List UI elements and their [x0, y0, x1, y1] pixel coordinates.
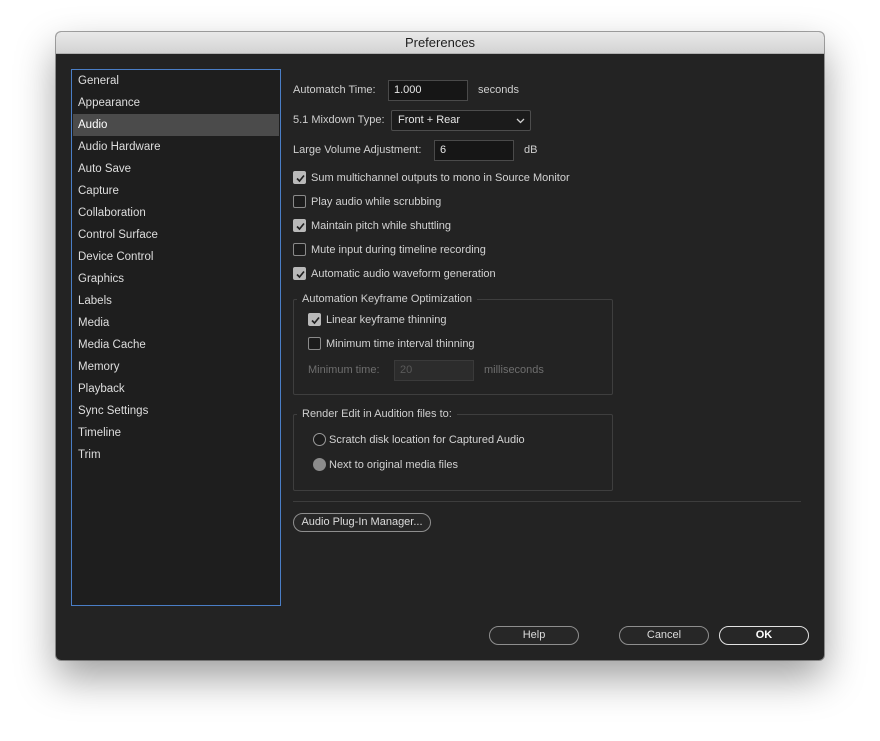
maintain-pitch-checkbox[interactable]: Maintain pitch while shuttling	[293, 218, 593, 234]
sidebar-item-playback[interactable]: Playback	[73, 378, 279, 400]
checkbox-box[interactable]	[293, 267, 306, 280]
mixdown-type-select[interactable]: Front + Rear	[391, 110, 531, 131]
sidebar-item-general[interactable]: General	[73, 70, 279, 92]
radio-button[interactable]	[313, 433, 326, 446]
sidebar-item-auto-save[interactable]: Auto Save	[73, 158, 279, 180]
preferences-dialog: Preferences General Appearance Audio Aud…	[56, 32, 824, 660]
sidebar-item-collaboration[interactable]: Collaboration	[73, 202, 279, 224]
checkbox-box[interactable]	[293, 243, 306, 256]
category-list[interactable]: General Appearance Audio Audio Hardware …	[71, 69, 281, 606]
sidebar-item-audio-hardware[interactable]: Audio Hardware	[73, 136, 279, 158]
linear-keyframe-checkbox[interactable]: Linear keyframe thinning	[308, 312, 508, 328]
sidebar-item-graphics[interactable]: Graphics	[73, 268, 279, 290]
sidebar-item-memory[interactable]: Memory	[73, 356, 279, 378]
automatch-time-unit: seconds	[478, 84, 519, 96]
play-audio-scrubbing-label: Play audio while scrubbing	[311, 196, 442, 208]
scratch-disk-radio[interactable]: Scratch disk location for Captured Audio	[313, 432, 553, 448]
maintain-pitch-label: Maintain pitch while shuttling	[311, 220, 452, 232]
cancel-button[interactable]: Cancel	[619, 626, 709, 645]
chevron-down-icon	[516, 118, 525, 124]
next-to-media-radio[interactable]: Next to original media files	[313, 457, 553, 473]
auto-waveform-checkbox[interactable]: Automatic audio waveform generation	[293, 266, 593, 282]
sidebar-item-sync-settings[interactable]: Sync Settings	[73, 400, 279, 422]
sidebar-item-control-surface[interactable]: Control Surface	[73, 224, 279, 246]
audio-plugin-manager-button[interactable]: Audio Plug-In Manager...	[293, 513, 431, 532]
auto-waveform-label: Automatic audio waveform generation	[311, 268, 496, 280]
radio-button[interactable]	[313, 458, 326, 471]
checkmark-icon	[296, 222, 305, 231]
render-audition-group	[293, 414, 613, 491]
automatch-time-label: Automatch Time:	[293, 84, 376, 96]
sidebar-item-trim[interactable]: Trim	[73, 444, 279, 466]
ok-button[interactable]: OK	[719, 626, 809, 645]
scratch-disk-label: Scratch disk location for Captured Audio	[329, 434, 525, 446]
checkbox-box[interactable]	[308, 313, 321, 326]
checkbox-box[interactable]	[293, 219, 306, 232]
next-to-media-label: Next to original media files	[329, 459, 459, 471]
help-button[interactable]: Help	[489, 626, 579, 645]
volume-adjustment-label: Large Volume Adjustment:	[293, 144, 422, 156]
min-time-label: Minimum time:	[308, 364, 380, 376]
keyframe-optimization-title: Automation Keyframe Optimization	[297, 292, 477, 306]
min-time-field[interactable]: 20	[394, 360, 474, 381]
sum-multichannel-checkbox[interactable]: Sum multichannel outputs to mono in Sour…	[293, 170, 593, 186]
sidebar-item-timeline[interactable]: Timeline	[73, 422, 279, 444]
sidebar-item-appearance[interactable]: Appearance	[73, 92, 279, 114]
checkmark-icon	[296, 174, 305, 183]
min-interval-checkbox[interactable]: Minimum time interval thinning	[308, 336, 528, 352]
checkmark-icon	[296, 270, 305, 279]
volume-adjustment-field[interactable]: 6	[434, 140, 514, 161]
sidebar-item-device-control[interactable]: Device Control	[73, 246, 279, 268]
sidebar-item-capture[interactable]: Capture	[73, 180, 279, 202]
min-time-unit: milliseconds	[484, 364, 544, 376]
sidebar-item-media[interactable]: Media	[73, 312, 279, 334]
automatch-time-field[interactable]: 1.000	[388, 80, 468, 101]
sum-multichannel-label: Sum multichannel outputs to mono in Sour…	[311, 172, 570, 184]
min-interval-label: Minimum time interval thinning	[326, 338, 475, 350]
sidebar-item-audio[interactable]: Audio	[73, 114, 279, 136]
window-title: Preferences	[56, 32, 824, 54]
section-divider	[293, 501, 801, 502]
checkbox-box[interactable]	[293, 171, 306, 184]
volume-adjustment-unit: dB	[524, 144, 538, 156]
play-audio-scrubbing-checkbox[interactable]: Play audio while scrubbing	[293, 194, 593, 210]
mixdown-type-label: 5.1 Mixdown Type:	[293, 114, 385, 126]
checkmark-icon	[311, 316, 320, 325]
mute-input-checkbox[interactable]: Mute input during timeline recording	[293, 242, 593, 258]
render-audition-title: Render Edit in Audition files to:	[297, 407, 457, 421]
checkbox-box[interactable]	[293, 195, 306, 208]
checkbox-box[interactable]	[308, 337, 321, 350]
sidebar-item-media-cache[interactable]: Media Cache	[73, 334, 279, 356]
mute-input-label: Mute input during timeline recording	[311, 244, 486, 256]
mixdown-type-value: Front + Rear	[398, 114, 461, 126]
sidebar-item-labels[interactable]: Labels	[73, 290, 279, 312]
linear-keyframe-label: Linear keyframe thinning	[326, 314, 447, 326]
